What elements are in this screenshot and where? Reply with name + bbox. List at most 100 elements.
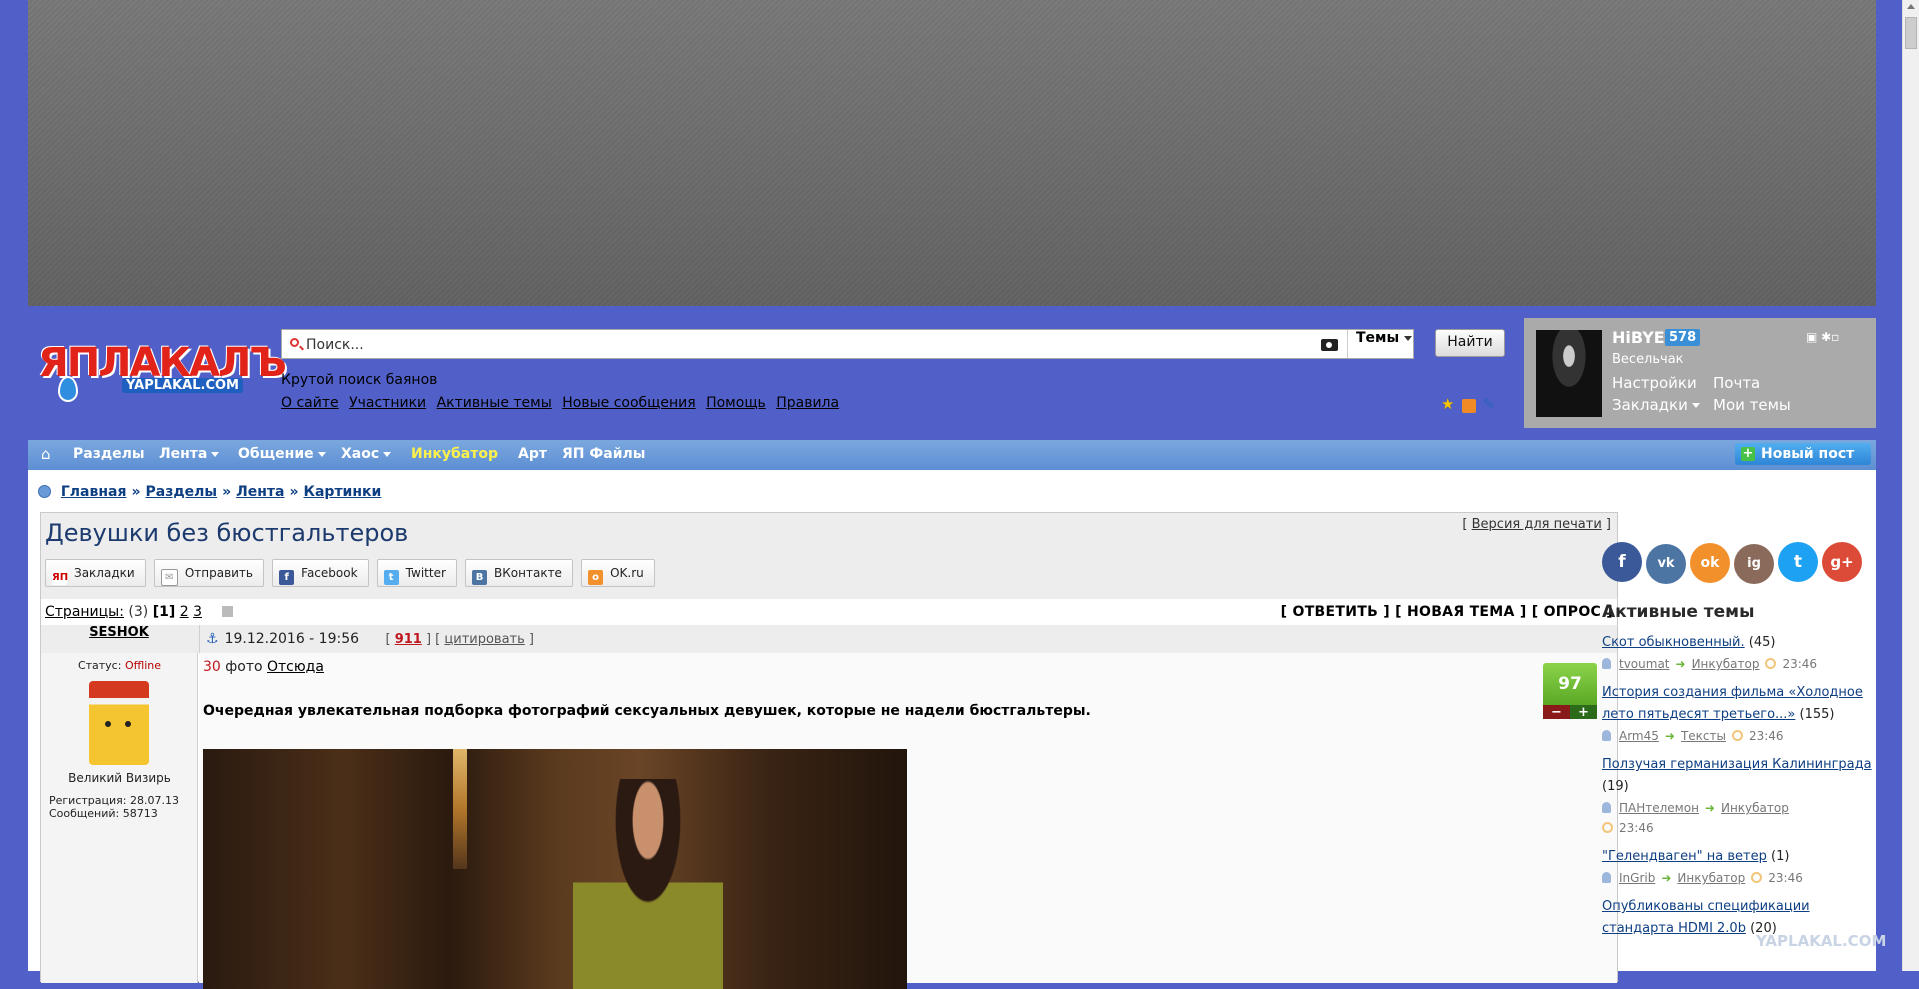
new-post-button[interactable]: + Новый пост [1735, 443, 1871, 465]
share-bookmarks-button[interactable]: ЯП Закладки [45, 559, 146, 587]
site-logo[interactable]: ЯПЛАКАЛЪ YAPLAKAL.COM [38, 340, 287, 402]
user-avatar[interactable] [1536, 330, 1602, 417]
topic-actions[interactable]: [ ОТВЕТИТЬ ] [ НОВАЯ ТЕМА ] [ ОПРОС ] [1281, 604, 1613, 620]
active-topic-link[interactable]: Скот обыкновенный. [1602, 635, 1745, 650]
link-help[interactable]: Помощь [706, 395, 766, 411]
google-plus-icon[interactable]: g+ [1822, 542, 1862, 582]
page-link[interactable]: 3 [193, 604, 202, 620]
active-topic-section[interactable]: Инкубатор [1721, 801, 1789, 815]
post-photo[interactable] [203, 749, 907, 989]
breadcrumb-feed[interactable]: Лента [236, 484, 284, 500]
yap-logo-icon: ЯП [52, 570, 69, 585]
quote-link[interactable]: цитировать [444, 632, 524, 647]
user-my-topics-link[interactable]: Мои темы [1713, 396, 1791, 414]
breadcrumb-separator: » [131, 484, 141, 500]
share-twitter-button[interactable]: t Twitter [376, 559, 457, 587]
list-item: "Гелендваген" на ветер (1) InGrib ➜ Инкуба… [1602, 846, 1872, 888]
nav-feed[interactable]: Лента [159, 446, 220, 462]
active-topic-time: 23:46 [1782, 657, 1818, 671]
filter-icon[interactable] [222, 606, 234, 617]
active-topic-link[interactable]: Опубликованы спецификации стандарта HDMI… [1602, 899, 1810, 936]
topic-header: Девушки без бюстгальтеров [ Версия для п… [41, 513, 1617, 599]
active-topic-time: 23:46 [1748, 729, 1784, 743]
nav-chaos[interactable]: Хаос [341, 446, 392, 462]
home-icon[interactable]: ⌂ [41, 445, 51, 463]
breadcrumb-home[interactable]: Главная [61, 484, 127, 500]
twitter-icon[interactable]: t [1778, 542, 1818, 582]
top-links: О сайте Участники Активные темы Новые со… [281, 395, 845, 411]
avatar[interactable] [89, 681, 149, 765]
star-icon[interactable]: ★ [1441, 395, 1454, 413]
nav-communication-label: Общение [238, 446, 314, 462]
vk-icon[interactable]: vk [1646, 544, 1686, 584]
breadcrumb-pictures[interactable]: Картинки [304, 484, 382, 500]
camera-icon[interactable] [1321, 339, 1338, 351]
scroll-up-arrow-icon[interactable] [1907, 4, 1915, 9]
facebook-icon[interactable]: f [1602, 542, 1642, 582]
active-topic-user[interactable]: InGrib [1619, 871, 1655, 885]
arrow-right-icon: ➜ [1704, 801, 1715, 815]
active-topic-link[interactable]: Ползучая германизация Калининграда [1602, 757, 1872, 772]
page-scrollbar[interactable] [1902, 0, 1919, 971]
page-link[interactable]: 2 [180, 604, 189, 620]
post-meta: ⚓ 19.12.2016 - 19:56 [ 911 ] [ цитировать… [199, 625, 1617, 653]
pages-label[interactable]: Страницы: [45, 604, 124, 620]
pagination: Страницы: (3) [1] 2 3 [45, 604, 234, 620]
active-topic-user[interactable]: tvoumat [1619, 657, 1670, 671]
page-current: [1] [152, 604, 176, 620]
ok-icon: o [588, 570, 604, 585]
link-rules[interactable]: Правила [776, 395, 839, 411]
user-bookmarks-link[interactable]: Закладки [1612, 396, 1700, 414]
link-new-messages[interactable]: Новые сообщения [562, 395, 695, 411]
active-topics-list: Скот обыкновенный. (45) tvoumat ➜ Инкубато… [1602, 632, 1872, 948]
user-icon [1602, 802, 1611, 813]
instagram-icon[interactable]: ig [1734, 544, 1774, 584]
active-topic-section[interactable]: Инкубатор [1692, 657, 1760, 671]
nav-files[interactable]: ЯП Файлы [562, 446, 645, 462]
vote-down-button[interactable]: − [1543, 705, 1570, 720]
anchor-icon[interactable]: ⚓ [206, 631, 219, 647]
active-topic-section[interactable]: Инкубатор [1677, 871, 1745, 885]
user-mail-link[interactable]: Почта [1713, 374, 1760, 392]
breadcrumb-sections[interactable]: Разделы [146, 484, 218, 500]
link-members[interactable]: Участники [349, 395, 426, 411]
reply-count-link[interactable]: 911 [395, 632, 422, 647]
active-topic-meta: ПАНтелемон ➜ Инкубатор 23:46 [1602, 798, 1872, 838]
share-ok-button[interactable]: o OK.ru [581, 559, 655, 587]
nav-communication[interactable]: Общение [238, 446, 326, 462]
user-settings-link[interactable]: Настройки [1612, 374, 1697, 392]
source-link[interactable]: Отсюда [267, 659, 324, 675]
link-active-topics[interactable]: Активные темы [437, 395, 552, 411]
photo-line: 30 фото Отсюда [203, 659, 324, 675]
print-version-link[interactable]: Версия для печати [1472, 517, 1602, 532]
link-about[interactable]: О сайте [281, 395, 339, 411]
share-send-button[interactable]: ✉ Отправить [153, 559, 264, 587]
vote-up-button[interactable]: + [1570, 705, 1597, 720]
nav-incubator[interactable]: Инкубатор [411, 446, 498, 462]
logo-drop-icon [58, 376, 78, 402]
ok-icon[interactable]: ok [1690, 543, 1730, 583]
post-description: Очередная увлекательная подборка фотогра… [203, 703, 1091, 719]
author-link[interactable]: SESHOK [89, 625, 149, 640]
scrollbar-thumb[interactable] [1905, 17, 1917, 49]
topic-block: Девушки без бюстгальтеров [ Версия для п… [40, 512, 1618, 989]
active-topic-time: 23:46 [1619, 821, 1654, 835]
user-name[interactable]: HiBYE [1612, 328, 1665, 347]
search-input[interactable] [304, 333, 1378, 357]
nav-sections[interactable]: Разделы [73, 446, 145, 462]
active-topic-link[interactable]: "Гелендваген" на ветер [1602, 849, 1767, 864]
pencil-icon[interactable]: ✎ [1483, 395, 1496, 413]
status-value: Offline [124, 659, 162, 672]
user-icon [1602, 730, 1611, 741]
watermark: YAPLAKAL.COM [1756, 932, 1887, 950]
search-scope-select[interactable]: Темы [1347, 330, 1416, 358]
user-panel-icons[interactable]: ▣ ✱▫ [1806, 330, 1839, 344]
rss-icon[interactable] [1461, 398, 1476, 413]
nav-art[interactable]: Арт [518, 446, 547, 462]
active-topic-user[interactable]: Arm45 [1619, 729, 1659, 743]
share-facebook-button[interactable]: f Facebook [272, 559, 369, 587]
active-topic-user[interactable]: ПАНтелемон [1619, 801, 1699, 815]
active-topic-section[interactable]: Тексты [1681, 729, 1726, 743]
share-vk-button[interactable]: B ВКонтакте [465, 559, 573, 587]
search-button[interactable]: Найти [1435, 329, 1505, 357]
